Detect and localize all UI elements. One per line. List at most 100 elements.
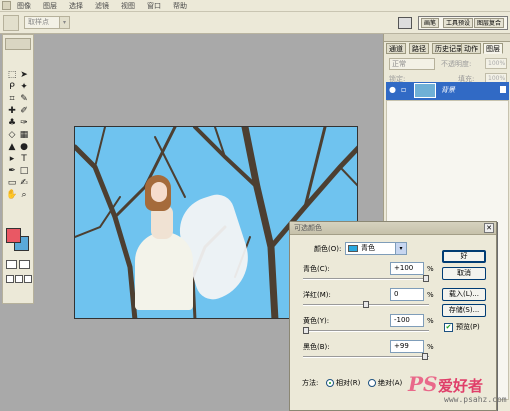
layer-thumbnail <box>414 83 436 98</box>
cancel-button[interactable]: 取消 <box>442 267 486 280</box>
tab-actions[interactable]: 动作 <box>461 43 481 54</box>
cyan-slider-track[interactable] <box>303 278 429 280</box>
screen-mode-standard-icon[interactable] <box>6 275 14 283</box>
slider-black: 黑色(B): +99 % <box>303 340 434 365</box>
watermark-url: www.psahz.com <box>444 395 507 404</box>
ok-button[interactable]: 好 <box>442 250 486 263</box>
eye-icon[interactable]: ● <box>389 85 399 95</box>
eyedropper-icon[interactable]: ✍ <box>18 177 30 189</box>
menu-image[interactable]: 图像 <box>17 0 31 12</box>
layer-name[interactable]: 背景 <box>441 85 455 95</box>
figure-face <box>151 182 167 202</box>
history-brush-tool-icon[interactable]: ✑ <box>18 117 30 129</box>
chevron-down-icon: ▾ <box>395 243 406 254</box>
blend-mode-select[interactable]: 正常 <box>389 58 435 70</box>
brush-tool-icon[interactable]: ✐ <box>18 105 30 117</box>
magenta-slider-thumb[interactable] <box>363 301 369 308</box>
black-label: 黑色(B): <box>303 343 330 351</box>
options-bar: 取样点 ▾ 画笔 工具预设 图层复合 <box>0 12 510 34</box>
slice-tool-icon[interactable]: ✎ <box>18 93 30 105</box>
site-watermark: PS 爱好者 www.psahz.com <box>408 372 508 406</box>
yellow-label: 黄色(Y): <box>303 317 330 325</box>
slider-magenta: 洋红(M): 0 % <box>303 288 434 313</box>
cyan-field[interactable]: +100 <box>390 262 424 275</box>
move-tool-icon[interactable]: ➤ <box>18 69 30 81</box>
shape-tool-icon[interactable]: □ <box>18 165 30 177</box>
menu-bar: 图像 图层 选择 滤镜 视图 窗口 帮助 <box>0 0 510 12</box>
foreground-color-swatch[interactable] <box>6 228 21 243</box>
save-button[interactable]: 存储(S)... <box>442 304 486 317</box>
tab-layers[interactable]: 图层 <box>483 43 503 54</box>
stamp-tool-icon[interactable]: ♣ <box>6 117 18 129</box>
healing-tool-icon[interactable]: ✚ <box>6 105 18 117</box>
load-button[interactable]: 载入(L)... <box>442 288 486 301</box>
tab-paths[interactable]: 路径 <box>409 43 429 54</box>
opacity-label: 不透明度: <box>441 60 472 68</box>
dialog-title: 可选颜色 <box>294 224 322 232</box>
well-brushes[interactable]: 画笔 <box>421 18 440 28</box>
preview-checkbox[interactable]: ✔ <box>444 323 453 332</box>
relative-radio[interactable] <box>326 379 334 387</box>
black-slider-track[interactable] <box>303 356 429 358</box>
yellow-slider-track[interactable] <box>303 330 429 332</box>
lasso-tool-icon[interactable]: ᑭ <box>6 81 18 93</box>
marquee-tool-icon[interactable]: ⬚ <box>6 69 18 81</box>
well-tool-presets[interactable]: 工具预设 <box>443 18 474 28</box>
eyedropper-tool-icon[interactable] <box>3 15 19 31</box>
relative-label: 相对(R) <box>336 379 361 387</box>
blur-tool-icon[interactable]: ▲ <box>6 141 18 153</box>
yellow-unit: % <box>427 317 434 325</box>
menu-view[interactable]: 视图 <box>121 0 135 12</box>
menu-select[interactable]: 选择 <box>69 0 83 12</box>
path-select-tool-icon[interactable]: ▸ <box>6 153 18 165</box>
layer-row-background[interactable]: ● ▫ 背景 <box>386 82 509 100</box>
yellow-slider-thumb[interactable] <box>303 327 309 334</box>
colors-select[interactable]: 青色 ▾ <box>345 242 407 255</box>
notes-tool-icon[interactable]: ▭ <box>6 177 18 189</box>
cyan-label: 青色(C): <box>303 265 330 273</box>
method-label: 方法: <box>302 379 319 387</box>
black-slider-thumb[interactable] <box>422 353 428 360</box>
feather-icon <box>5 38 31 50</box>
quick-mask-icon[interactable] <box>19 260 30 269</box>
colors-label: 颜色(O): <box>314 245 342 253</box>
slider-cyan: 青色(C): +100 % <box>303 262 434 287</box>
opacity-field[interactable]: 100% <box>485 58 507 69</box>
sample-size-select[interactable]: 取样点 ▾ <box>24 16 70 29</box>
eraser-tool-icon[interactable]: ◇ <box>6 129 18 141</box>
close-icon[interactable]: ✕ <box>484 223 494 233</box>
dodge-tool-icon[interactable]: ● <box>18 141 30 153</box>
magic-wand-tool-icon[interactable]: ✦ <box>18 81 30 93</box>
cyan-slider-thumb[interactable] <box>423 275 429 282</box>
menu-window[interactable]: 窗口 <box>147 0 161 12</box>
menu-layer[interactable]: 图层 <box>43 0 57 12</box>
menu-help[interactable]: 帮助 <box>173 0 187 12</box>
absolute-label: 绝对(A) <box>378 379 403 387</box>
type-tool-icon[interactable]: T <box>18 153 30 165</box>
panel-grip <box>384 34 510 42</box>
crop-tool-icon[interactable]: ⌗ <box>6 93 18 105</box>
yellow-field[interactable]: -100 <box>390 314 424 327</box>
absolute-radio[interactable] <box>368 379 376 387</box>
magenta-field[interactable]: 0 <box>390 288 424 301</box>
magenta-unit: % <box>427 291 434 299</box>
black-field[interactable]: +99 <box>390 340 424 353</box>
well-layer-comps[interactable]: 图层复合 <box>474 18 505 28</box>
standard-mode-icon[interactable] <box>6 260 17 269</box>
tab-channels[interactable]: 通道 <box>386 43 406 54</box>
dialog-titlebar[interactable]: 可选颜色 ✕ <box>290 222 496 235</box>
lock-icon <box>500 86 506 93</box>
print-icon[interactable] <box>398 17 412 29</box>
toolbox: ⬚ ➤ ᑭ ✦ ⌗ ✎ ✚ ✐ ♣ ✑ ◇ ▦ ▲ ● ▸ T ✒ □ ▭ ✍ ✋ ⌕ <box>2 34 34 304</box>
zoom-tool-icon[interactable]: ⌕ <box>18 189 30 201</box>
gradient-tool-icon[interactable]: ▦ <box>18 129 30 141</box>
cyan-unit: % <box>427 265 434 273</box>
screen-mode-full-icon[interactable] <box>15 275 23 283</box>
app-logo-icon <box>2 1 11 10</box>
sample-size-value: 取样点 <box>28 18 49 26</box>
watermark-brand: PS <box>408 372 438 396</box>
hand-tool-icon[interactable]: ✋ <box>6 189 18 201</box>
pen-tool-icon[interactable]: ✒ <box>6 165 18 177</box>
jump-to-imageready-icon[interactable] <box>24 275 32 283</box>
menu-filter[interactable]: 滤镜 <box>95 0 109 12</box>
